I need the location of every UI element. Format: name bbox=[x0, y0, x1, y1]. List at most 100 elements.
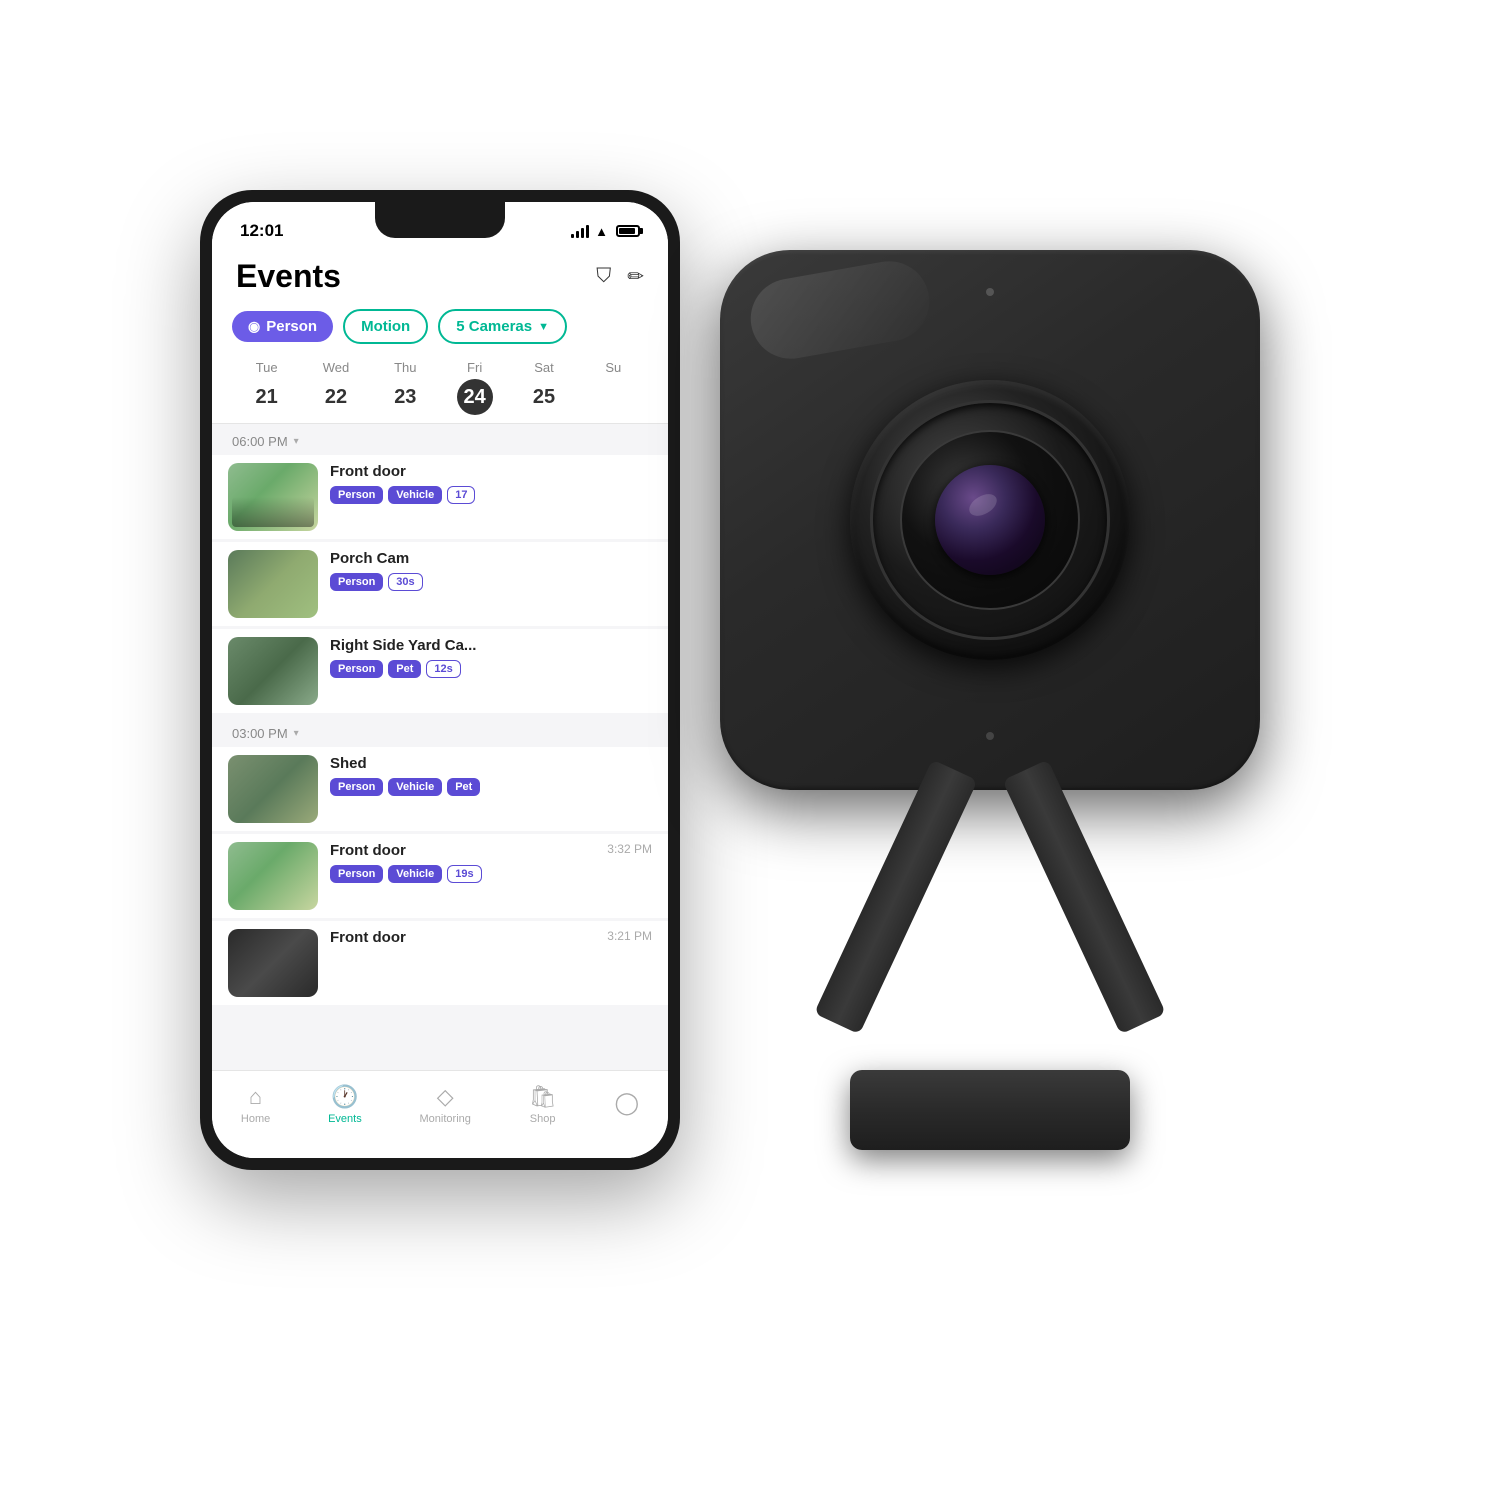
event-thumb-shed bbox=[228, 755, 318, 823]
tag-vehicle-shed: Vehicle bbox=[388, 778, 442, 796]
monitoring-icon: ◇ bbox=[437, 1084, 454, 1110]
event-item-front-door-2[interactable]: Front door Person Vehicle 19s 3:32 PM bbox=[212, 834, 668, 918]
events-scroll[interactable]: 06:00 PM ▾ Front door Person Vehicle bbox=[212, 424, 668, 1110]
event-timestamp-fd3: 3:21 PM bbox=[607, 929, 652, 943]
camera-lens-outer bbox=[850, 380, 1130, 660]
status-icons: ▲ bbox=[571, 224, 640, 239]
nav-item-profile[interactable]: ◯ bbox=[614, 1090, 639, 1119]
event-info-front-door-1: Front door Person Vehicle 17 bbox=[330, 463, 652, 504]
tag-person-fd2: Person bbox=[330, 865, 383, 883]
camera-device bbox=[680, 250, 1300, 1150]
edit-icon[interactable]: ✏ bbox=[627, 264, 644, 289]
battery-icon bbox=[616, 225, 640, 237]
phone: 12:01 ▲ bbox=[200, 190, 680, 1170]
event-item-shed[interactable]: Shed Person Vehicle Pet bbox=[212, 747, 668, 831]
event-info-right-side: Right Side Yard Ca... Person Pet 12s bbox=[330, 637, 652, 678]
event-item-front-door-3[interactable]: Front door 3:21 PM bbox=[212, 921, 668, 1005]
scene: 12:01 ▲ bbox=[200, 150, 1300, 1350]
cal-num-tue: 21 bbox=[249, 379, 285, 415]
camera-body bbox=[720, 250, 1260, 790]
stand-arm-left bbox=[814, 759, 978, 1034]
event-thumb-porch bbox=[228, 550, 318, 618]
cameras-chip-label: 5 Cameras bbox=[456, 318, 532, 335]
event-name-shed: Shed bbox=[330, 755, 652, 772]
tag-duration: 17 bbox=[447, 486, 475, 504]
event-thumb-right-side bbox=[228, 637, 318, 705]
tag-vehicle: Vehicle bbox=[388, 486, 442, 504]
chevron-down-icon: ▼ bbox=[538, 321, 549, 333]
status-time: 12:01 bbox=[240, 221, 283, 241]
signal-bar-1 bbox=[571, 234, 574, 238]
nav-label-events: Events bbox=[328, 1113, 362, 1125]
cal-num-fri: 24 bbox=[457, 379, 493, 415]
chip-person[interactable]: ◉ Person bbox=[232, 311, 333, 342]
event-name-right-side: Right Side Yard Ca... bbox=[330, 637, 652, 654]
cal-num-su bbox=[595, 379, 631, 415]
event-thumb-front-door-3 bbox=[228, 929, 318, 997]
tag-person-rs: Person bbox=[330, 660, 383, 678]
filter-icon[interactable]: ⛉ bbox=[596, 265, 611, 288]
app-title: Events bbox=[236, 258, 341, 295]
event-item-front-door-1[interactable]: Front door Person Vehicle 17 bbox=[212, 455, 668, 539]
cal-day-fri[interactable]: Fri 24 bbox=[457, 360, 493, 415]
event-name-front-door-1: Front door bbox=[330, 463, 652, 480]
phone-notch bbox=[375, 202, 505, 238]
cal-num-thu: 23 bbox=[387, 379, 423, 415]
nav-label-home: Home bbox=[241, 1113, 270, 1125]
time-arrow-6pm: ▾ bbox=[294, 436, 299, 447]
signal-bar-3 bbox=[581, 228, 584, 238]
header-icons: ⛉ ✏ bbox=[596, 264, 644, 289]
signal-bar-2 bbox=[576, 231, 579, 238]
nav-item-home[interactable]: ⌂ Home bbox=[241, 1084, 270, 1125]
event-item-right-side[interactable]: Right Side Yard Ca... Person Pet 12s bbox=[212, 629, 668, 713]
cal-day-tue[interactable]: Tue 21 bbox=[249, 360, 285, 415]
tag-pet-shed: Pet bbox=[447, 778, 480, 796]
nav-item-shop[interactable]: 🛍 Shop bbox=[529, 1084, 557, 1125]
event-tags-shed: Person Vehicle Pet bbox=[330, 778, 652, 796]
time-header-6pm: 06:00 PM ▾ bbox=[212, 424, 668, 455]
camera-lens-core bbox=[935, 465, 1045, 575]
cal-label-su: Su bbox=[605, 360, 621, 375]
nav-item-events[interactable]: 🕐 Events bbox=[328, 1084, 362, 1125]
camera-lens-glare bbox=[966, 490, 1001, 521]
event-thumb-front-door-1 bbox=[228, 463, 318, 531]
event-tags-front-door-1: Person Vehicle 17 bbox=[330, 486, 652, 504]
profile-icon: ◯ bbox=[614, 1090, 639, 1116]
signal-bar-4 bbox=[586, 225, 589, 238]
event-item-porch[interactable]: Porch Cam Person 30s bbox=[212, 542, 668, 626]
signal-bars-icon bbox=[571, 224, 589, 238]
cal-label-tue: Tue bbox=[256, 360, 278, 375]
cal-day-wed[interactable]: Wed 22 bbox=[318, 360, 354, 415]
event-info-front-door-2: Front door Person Vehicle 19s bbox=[330, 842, 595, 883]
camera-stand bbox=[840, 770, 1140, 1150]
event-thumb-front-door-2 bbox=[228, 842, 318, 910]
motion-chip-label: Motion bbox=[361, 318, 410, 335]
battery-fill bbox=[619, 228, 635, 234]
chip-cameras[interactable]: 5 Cameras ▼ bbox=[438, 309, 567, 344]
cal-num-wed: 22 bbox=[318, 379, 354, 415]
cal-day-thu[interactable]: Thu 23 bbox=[387, 360, 423, 415]
app-header: Events ⛉ ✏ bbox=[212, 250, 668, 305]
stand-base bbox=[850, 1070, 1130, 1150]
home-icon: ⌂ bbox=[249, 1084, 262, 1110]
person-chip-label: Person bbox=[266, 318, 317, 335]
time-header-3pm: 03:00 PM ▾ bbox=[212, 716, 668, 747]
cal-label-fri: Fri bbox=[467, 360, 482, 375]
cal-day-su[interactable]: Su bbox=[595, 360, 631, 415]
phone-inner: 12:01 ▲ bbox=[212, 202, 668, 1158]
camera-lens-ring-1 bbox=[870, 400, 1110, 640]
time-arrow-3pm: ▾ bbox=[294, 728, 299, 739]
event-timestamp-fd2: 3:32 PM bbox=[607, 842, 652, 856]
camera-led-bottom bbox=[986, 732, 994, 740]
filter-row: ◉ Person Motion 5 Cameras ▼ bbox=[212, 305, 668, 354]
nav-item-monitoring[interactable]: ◇ Monitoring bbox=[420, 1084, 471, 1125]
shop-icon: 🛍 bbox=[529, 1084, 557, 1110]
tag-person: Person bbox=[330, 486, 383, 504]
chip-motion[interactable]: Motion bbox=[343, 309, 428, 344]
tag-person-shed: Person bbox=[330, 778, 383, 796]
time-label-3pm: 03:00 PM bbox=[232, 726, 288, 741]
events-icon: 🕐 bbox=[331, 1084, 358, 1110]
wifi-icon: ▲ bbox=[595, 224, 608, 239]
cal-day-sat[interactable]: Sat 25 bbox=[526, 360, 562, 415]
tag-pet-rs: Pet bbox=[388, 660, 421, 678]
